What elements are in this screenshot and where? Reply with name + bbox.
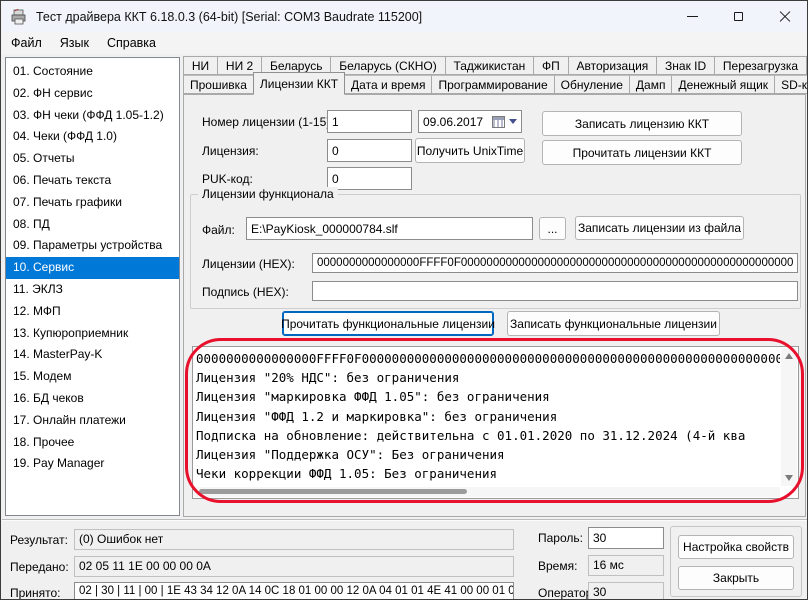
tab-ni[interactable]: НИ <box>183 56 218 75</box>
licenses-hex-input[interactable] <box>312 253 798 273</box>
title-bar: Тест драйвера ККТ 6.18.0.3 (64-bit) [Ser… <box>2 1 807 32</box>
tab-firmware[interactable]: Прошивка <box>183 75 254 94</box>
tab-cash-drawer[interactable]: Денежный ящик <box>671 75 775 94</box>
file-label: Файл: <box>202 223 235 237</box>
func-licenses-group-title: Лицензии функционала <box>198 187 338 201</box>
sidebar-item-reports[interactable]: 05. Отчеты <box>6 148 179 170</box>
close-app-button[interactable]: Закрыть <box>678 566 794 590</box>
sidebar-item-modem[interactable]: 15. Модем <box>6 366 179 388</box>
sidebar-item-fn-service[interactable]: 02. ФН сервис <box>6 83 179 105</box>
tab-authorization[interactable]: Авторизация <box>568 56 658 75</box>
sidebar-item-print-graphics[interactable]: 07. Печать графики <box>6 192 179 214</box>
sidebar-item-service[interactable]: 10. Сервис <box>6 257 179 279</box>
properties-button[interactable]: Настройка свойств <box>678 535 794 559</box>
tab-date-time[interactable]: Дата и время <box>344 75 432 94</box>
license-date-picker[interactable]: 09.06.2017 <box>418 110 522 133</box>
tab-reboot[interactable]: Перезагрузка <box>714 56 807 75</box>
menu-bar: Файл Язык Справка <box>2 32 807 54</box>
signature-hex-input[interactable] <box>312 281 798 301</box>
password-input[interactable] <box>588 527 664 549</box>
license-date-value: 09.06.2017 <box>423 115 492 129</box>
read-kkt-licenses-button[interactable]: Прочитать лицензии ККТ <box>542 140 742 165</box>
close-button[interactable] <box>761 1 807 32</box>
sidebar-item-status[interactable]: 01. Состояние <box>6 61 179 83</box>
time-field: 16 мс <box>588 555 664 576</box>
sidebar-item-bill-acceptor[interactable]: 13. Купюроприемник <box>6 323 179 345</box>
tab-reset[interactable]: Обнуление <box>554 75 630 94</box>
menu-file[interactable]: Файл <box>2 34 51 52</box>
tab-sd-card[interactable]: SD-карта <box>774 75 808 94</box>
sidebar-item-device-params[interactable]: 09. Параметры устройства <box>6 235 179 257</box>
password-label: Пароль: <box>538 531 583 545</box>
sidebar-item-fn-checks[interactable]: 03. ФН чеки (ФФД 1.05-1.2) <box>6 105 179 127</box>
menu-language[interactable]: Язык <box>51 34 98 52</box>
sidebar-item-online-payments[interactable]: 17. Онлайн платежи <box>6 410 179 432</box>
write-func-licenses-button[interactable]: Записать функциональные лицензии <box>507 311 720 336</box>
operator-label: Оператор: <box>538 586 596 600</box>
write-kkt-license-button[interactable]: Записать лицензию ККТ <box>542 111 742 136</box>
menu-help[interactable]: Справка <box>98 34 165 52</box>
get-unixtime-button[interactable]: Получить UnixTime <box>415 138 525 163</box>
sidebar-item-other[interactable]: 18. Прочее <box>6 432 179 454</box>
section-list: 01. Состояние 02. ФН сервис 03. ФН чеки … <box>5 57 180 516</box>
result-label: Результат: <box>10 533 68 547</box>
maximize-button[interactable] <box>715 1 761 32</box>
horizontal-scrollbar[interactable] <box>194 487 780 497</box>
calendar-icon <box>492 116 505 128</box>
read-func-licenses-button[interactable]: Прочитать функциональные лицензии <box>282 311 494 336</box>
sent-label: Передано: <box>10 560 69 574</box>
tab-belarus-skno[interactable]: Беларусь (СКНО) <box>330 56 445 75</box>
write-licenses-from-file-button[interactable]: Записать лицензии из файла <box>575 216 744 240</box>
sidebar-item-eklz[interactable]: 11. ЭКЛЗ <box>6 279 179 301</box>
tab-page-licenses: Номер лицензии (1-15) 09.06.2017 Записат… <box>183 94 806 517</box>
sidebar-item-check-db[interactable]: 16. БД чеков <box>6 388 179 410</box>
received-label: Принято: <box>10 586 61 600</box>
tab-programming[interactable]: Программирование <box>431 75 554 94</box>
status-panel: Результат: (0) Ошибок нет Передано: 02 0… <box>2 519 808 600</box>
sidebar-item-pd[interactable]: 08. ПД <box>6 214 179 236</box>
close-icon <box>779 11 790 22</box>
licenses-output-text: 0000000000000000FFFF0F000000000000000000… <box>196 349 780 486</box>
scroll-down-icon[interactable] <box>785 475 793 481</box>
license-input[interactable] <box>327 139 412 162</box>
browse-file-button[interactable]: ... <box>539 217 566 240</box>
scroll-up-icon[interactable] <box>785 353 793 359</box>
maximize-icon <box>734 12 743 21</box>
dropdown-arrow-icon <box>509 119 517 124</box>
received-field: 02 | 30 | 11 | 00 | 1E 43 34 12 0A 14 0C… <box>74 582 514 600</box>
tab-dump[interactable]: Дамп <box>629 75 673 94</box>
licenses-output-memo[interactable]: 0000000000000000FFFF0F000000000000000000… <box>192 346 799 499</box>
sidebar-item-checks[interactable]: 04. Чеки (ФФД 1.0) <box>6 126 179 148</box>
app-window: Тест драйвера ККТ 6.18.0.3 (64-bit) [Ser… <box>0 0 808 600</box>
sidebar-item-print-text[interactable]: 06. Печать текста <box>6 170 179 192</box>
license-number-input[interactable] <box>327 110 412 133</box>
operator-field: 30 <box>588 582 664 600</box>
tab-fp[interactable]: ФП <box>533 56 569 75</box>
result-field: (0) Ошибок нет <box>74 529 514 550</box>
licenses-hex-label: Лицензии (HEX): <box>202 257 295 271</box>
sent-field: 02 05 11 1E 00 00 00 0A <box>74 556 514 577</box>
license-label: Лицензия: <box>202 144 259 158</box>
horizontal-scroll-thumb[interactable] <box>199 489 467 494</box>
file-path-input[interactable] <box>246 217 533 240</box>
sidebar-item-masterpay[interactable]: 14. MasterPay-K <box>6 344 179 366</box>
puk-input[interactable] <box>327 167 412 190</box>
tab-znak-id[interactable]: Знак ID <box>656 56 715 75</box>
tab-tajikistan[interactable]: Таджикистан <box>445 56 535 75</box>
license-number-label: Номер лицензии (1-15) <box>202 115 330 129</box>
printer-icon <box>11 9 27 25</box>
minimize-icon <box>687 16 698 17</box>
signature-hex-label: Подпись (HEX): <box>202 285 289 299</box>
tab-strip: НИ НИ 2 Беларусь Беларусь (СКНО) Таджики… <box>183 56 806 94</box>
minimize-button[interactable] <box>669 1 715 32</box>
time-label: Время: <box>538 559 577 573</box>
puk-label: PUK-код: <box>202 172 253 186</box>
vertical-scrollbar[interactable] <box>781 348 797 486</box>
sidebar-item-mfp[interactable]: 12. МФП <box>6 301 179 323</box>
sidebar-item-pay-manager[interactable]: 19. Pay Manager <box>6 453 179 475</box>
tab-kkt-licenses[interactable]: Лицензии ККТ <box>253 72 345 95</box>
window-title: Тест драйвера ККТ 6.18.0.3 (64-bit) [Ser… <box>36 10 422 24</box>
